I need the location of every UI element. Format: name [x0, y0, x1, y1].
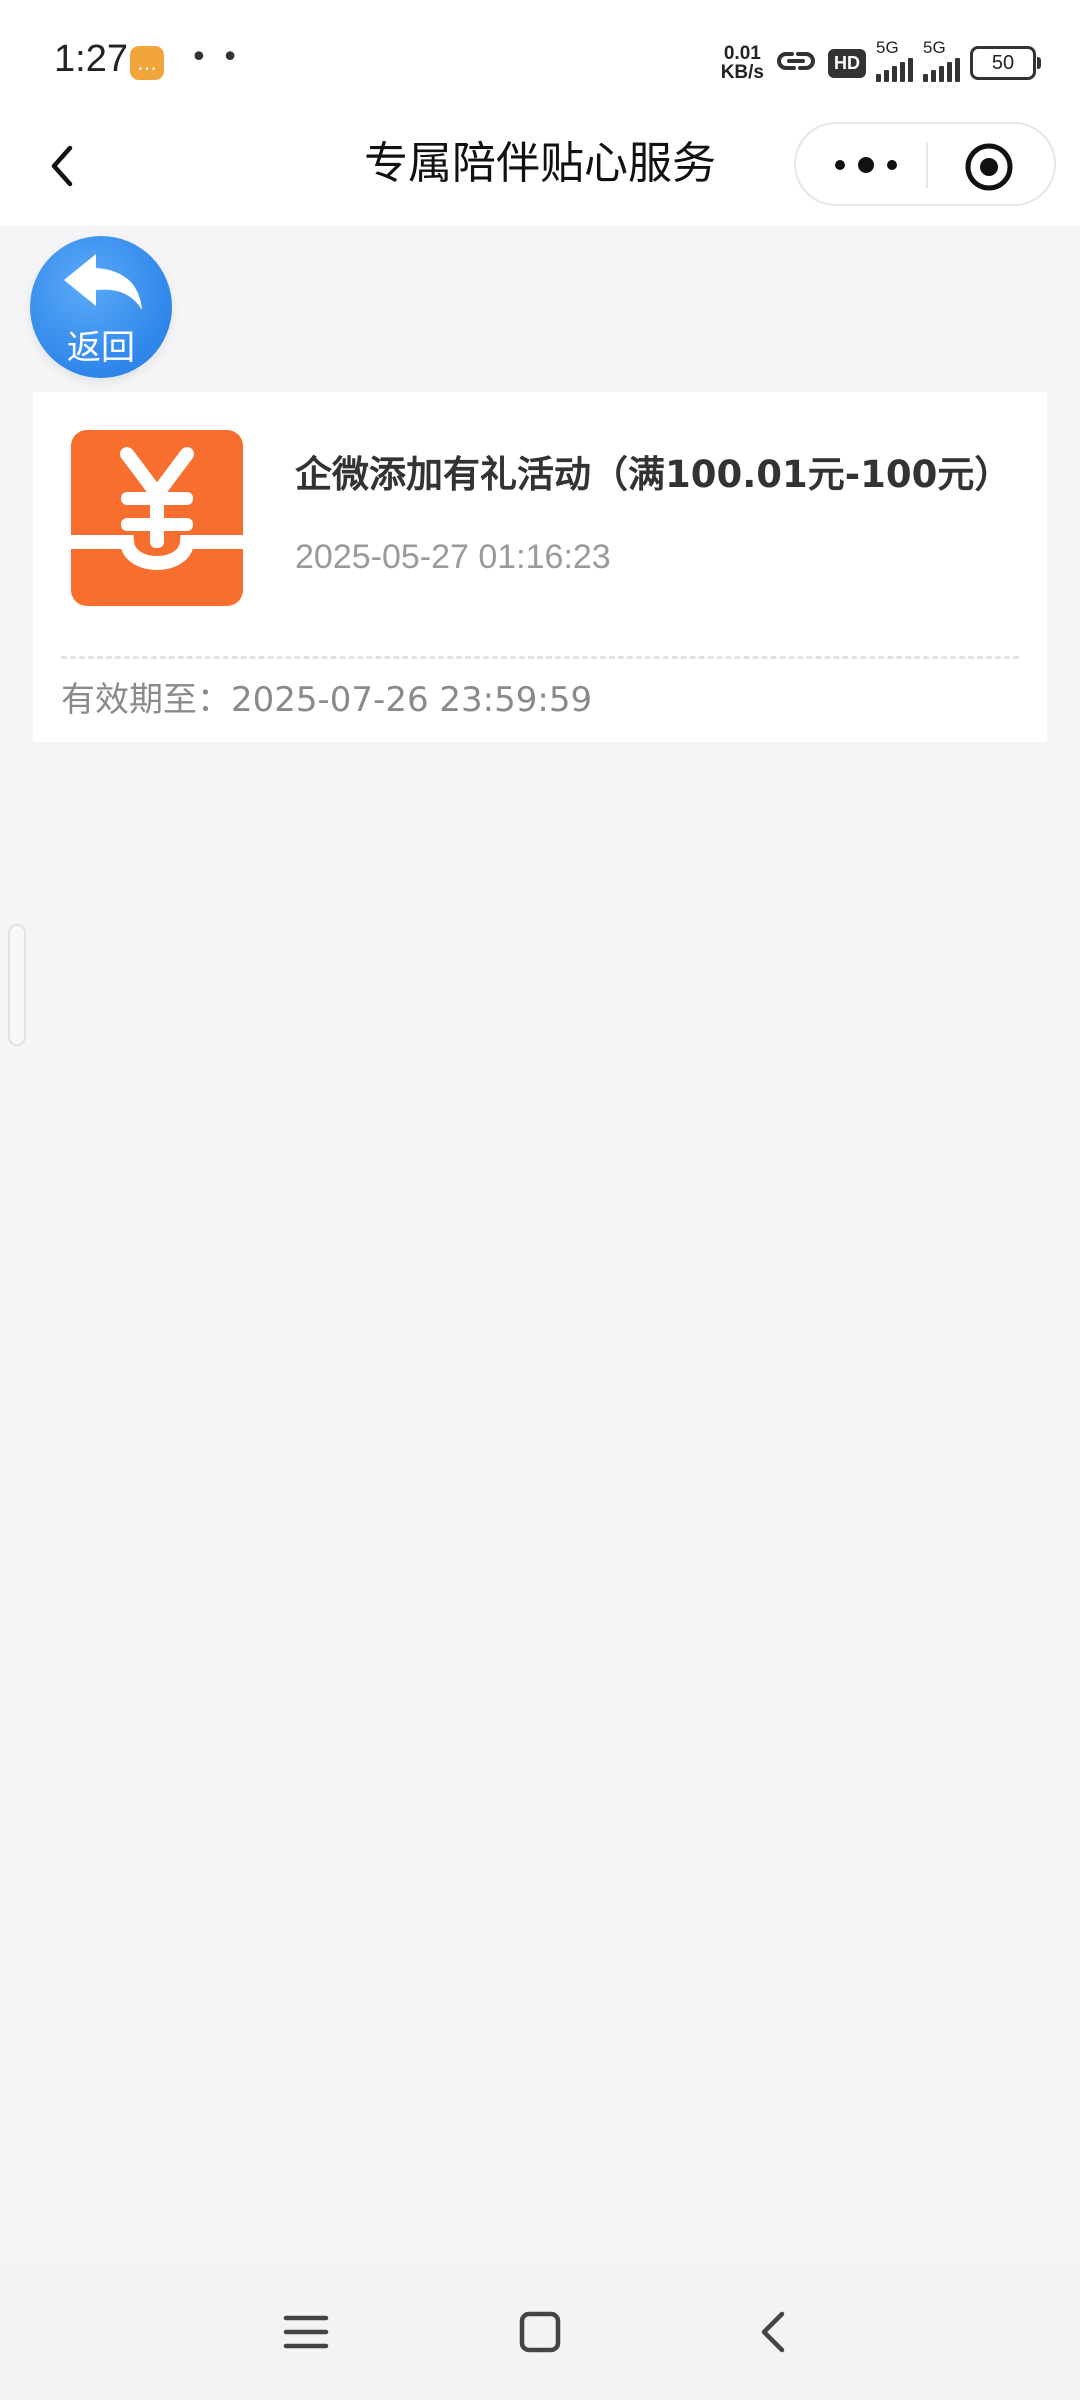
hd-voice-badge: HD [828, 48, 866, 78]
signal-2-label: 5G [923, 38, 946, 57]
status-indicators: 0.01 KB/s HD 5G 5G 50 [721, 38, 1041, 86]
back-chevron-icon[interactable] [40, 136, 100, 196]
home-square-icon[interactable] [508, 2300, 572, 2364]
navigation-bar: 专属陪伴贴心服务 [0, 120, 1080, 226]
battery-indicator: 50 [970, 46, 1041, 80]
network-speed: 0.01 KB/s [721, 44, 764, 82]
activity-card[interactable]: 企微添加有礼活动（满100.01元-100元） 2025-05-27 01:16… [33, 392, 1047, 742]
signal-strength-2: 5G [923, 38, 960, 82]
signal-strength-1: 5G [876, 38, 913, 82]
network-speed-unit: KB/s [720, 62, 764, 83]
capsule-divider [926, 142, 928, 188]
close-miniprogram-icon[interactable] [962, 140, 1016, 194]
status-more-dots: • • [190, 40, 241, 75]
edge-scroll-handle[interactable] [8, 924, 26, 1046]
network-speed-value: 0.01 [723, 43, 761, 64]
reply-arrow-icon [60, 250, 146, 314]
status-bar: 1:27 … • • 0.01 KB/s HD 5G 5G 50 [0, 0, 1080, 120]
activity-date: 2025-05-27 01:16:23 [295, 538, 611, 576]
activity-title: 企微添加有礼活动（满100.01元-100元） [295, 453, 1012, 496]
page-title: 专属陪伴贴心服务 [364, 138, 716, 189]
activity-expiry: 有效期至：2025-07-26 23:59:59 [61, 680, 593, 720]
floating-back-label: 返回 [67, 328, 135, 368]
message-app-icon: … [130, 46, 164, 80]
more-options-icon[interactable] [826, 140, 906, 190]
system-back-icon[interactable] [742, 2300, 806, 2364]
signal-1-label: 5G [876, 38, 899, 57]
recent-apps-menu-icon[interactable] [274, 2300, 338, 2364]
miniprogram-capsule [794, 122, 1056, 206]
battery-level: 50 [991, 51, 1015, 74]
yen-tray-icon [71, 430, 243, 606]
system-navigation-bar [0, 2262, 1080, 2400]
floating-back-button[interactable]: 返回 [30, 236, 172, 378]
status-time: 1:27 [54, 38, 128, 80]
link-icon [774, 46, 818, 80]
card-divider [61, 656, 1019, 659]
